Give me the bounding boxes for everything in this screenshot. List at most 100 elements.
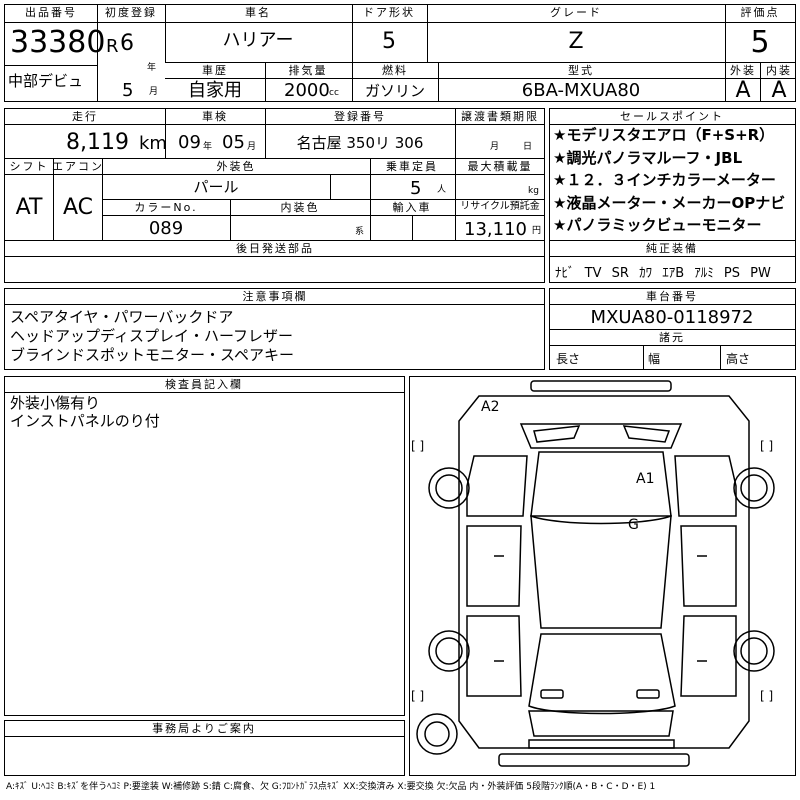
mileage-unit: km	[139, 133, 167, 154]
model-label: 型式	[568, 64, 594, 77]
mileage-label: 走行	[72, 110, 98, 123]
load-label: 最大積載量	[467, 160, 533, 173]
later-parts-label: 後日発送部品	[236, 242, 314, 255]
inspector-lines: 外装小傷有り インストパネルのり付	[10, 396, 160, 432]
reg-label: 登録番号	[334, 110, 386, 123]
inspection-year: 09	[178, 132, 201, 153]
dims-label: 諸元	[659, 331, 685, 344]
damage-mark-a2: A2	[481, 399, 500, 415]
month-unit: 月	[149, 87, 159, 97]
equipment-item: SR	[611, 266, 629, 281]
sales-point-item: ★モデリスタエアロ（F+S+R）	[553, 126, 775, 144]
grade-label: グレード	[550, 6, 602, 19]
equipment-item: ｶﾜ	[639, 266, 653, 281]
month: 5	[122, 80, 134, 101]
reg-number: 名古屋 350リ 306	[296, 134, 424, 152]
car-name-label: 車名	[245, 6, 271, 19]
exterior-grade: A	[735, 78, 751, 103]
interior-label: 内装	[766, 64, 792, 77]
inspector-line: インストパネルのり付	[10, 412, 160, 430]
door-value: 5	[382, 29, 396, 54]
inspection-label: 車検	[202, 110, 228, 123]
displacement-label: 排気量	[288, 64, 328, 77]
equipment-item: ｴｱB	[662, 266, 685, 281]
sales-point-item: ★調光パノラマルーフ・JBL	[553, 148, 743, 167]
capacity-unit: 人	[437, 185, 447, 195]
equipment-label: 純正装備	[646, 242, 698, 255]
displacement-value: 2000	[284, 80, 330, 101]
lot-sub: 中部デビュ	[8, 72, 84, 90]
chassis-label: 車台番号	[646, 290, 698, 303]
sales-points-list: ★モデリスタエアロ（F+S+R） ★調光パノラマルーフ・JBL ★１２．３インチ…	[553, 128, 785, 241]
chassis-number: MXUA80-0118972	[590, 307, 754, 328]
height-label: 高さ	[726, 352, 751, 366]
int-color-unit: 系	[355, 227, 365, 237]
bracket-right-top: [ ]	[760, 439, 774, 453]
notes-label: 注意事項欄	[242, 290, 308, 303]
notes-lines: スペアタイヤ・パワーバックドア ヘッドアップディスプレイ・ハーフレザー ブライン…	[10, 310, 294, 367]
lot-number: 33380	[10, 25, 106, 60]
sales-point-item: ★液晶メーター・メーカーOPナビ	[553, 193, 786, 212]
color-no-label: カラーNo.	[134, 201, 198, 214]
history-label: 車歴	[202, 64, 228, 77]
transfer-month-unit: 月	[490, 142, 500, 152]
grade-value: Z	[568, 29, 584, 54]
fuel-label: 燃料	[382, 64, 408, 77]
exterior-label: 外装	[730, 64, 756, 77]
door-label: ドア形状	[363, 6, 415, 19]
score-label: 評価点	[740, 6, 780, 19]
office-label: 事務局よりご案内	[152, 722, 256, 735]
note-line: ブラインドスポットモニター・スペアキー	[10, 346, 294, 364]
equipment-item: PS	[723, 266, 740, 281]
length-label: 長さ	[556, 352, 581, 366]
sales-points-label: セールスポイント	[620, 110, 724, 123]
sales-point-item: ★パノラミックビューモニター	[553, 216, 762, 234]
inspection-month: 05	[222, 132, 245, 153]
width-label: 幅	[648, 352, 661, 366]
recycle-unit: 円	[532, 226, 542, 236]
era: R	[106, 36, 119, 57]
equipment-item: TV	[584, 266, 602, 281]
bracket-left-top: [ ]	[411, 439, 425, 453]
damage-mark-a1: A1	[636, 471, 655, 487]
color-no-value: 089	[148, 218, 184, 239]
ext-color-label: 外装色	[216, 160, 256, 173]
equipment-item: ｱﾙﾐ	[694, 266, 714, 281]
ext-color-value: パール	[193, 178, 239, 196]
inspector-label: 検査員記入欄	[165, 378, 243, 391]
lot-label: 出品番号	[25, 6, 77, 19]
inspection-month-unit: 月	[247, 142, 257, 152]
bracket-left-bottom: [ ]	[411, 689, 425, 703]
ac-label: エアコン	[52, 160, 104, 173]
equipment-item: ﾅﾋﾞ	[555, 266, 575, 281]
capacity-value: 5	[410, 178, 422, 199]
recycle-value: 13,110	[464, 219, 527, 240]
int-color-label: 内装色	[280, 201, 320, 214]
history-value: 自家用	[188, 80, 242, 101]
interior-grade: A	[771, 78, 787, 103]
year: 6	[120, 31, 134, 56]
score-value: 5	[750, 25, 770, 60]
model-value: 6BA-MXUA80	[521, 80, 641, 101]
sales-point-item: ★１２．３インチカラーメーター	[553, 171, 776, 189]
fuel-value: ガソリン	[364, 82, 426, 100]
displacement-unit: cc	[329, 88, 339, 98]
bracket-right-bottom: [ ]	[760, 689, 774, 703]
import-label: 輸入車	[392, 201, 432, 214]
inspection-year-unit: 年	[203, 142, 213, 152]
car-name: ハリアー	[222, 30, 294, 51]
year-unit: 年	[147, 63, 157, 73]
legend-text: A:ｷｽﾞ U:ﾍｺﾐ B:ｷｽﾞを伴うﾍｺﾐ P:要塗装 W:補修跡 S:錆 …	[6, 782, 656, 792]
damage-mark-g: G	[628, 517, 639, 533]
shift-value: AT	[15, 195, 43, 220]
recycle-label: リサイクル預託金	[460, 201, 540, 212]
equipment-list: ﾅﾋﾞ TV SR ｶﾜ ｴｱB ｱﾙﾐ PS PW	[555, 262, 771, 281]
ac-value: AC	[62, 195, 94, 220]
mileage-value: 8,119	[66, 130, 129, 155]
transfer-day-unit: 日	[523, 142, 533, 152]
capacity-label: 乗車定員	[386, 160, 438, 173]
shift-label: シフト	[9, 160, 49, 173]
equipment-item: PW	[750, 266, 771, 281]
car-diagram	[416, 380, 775, 767]
transfer-label: 譲渡書類期限	[461, 110, 539, 123]
